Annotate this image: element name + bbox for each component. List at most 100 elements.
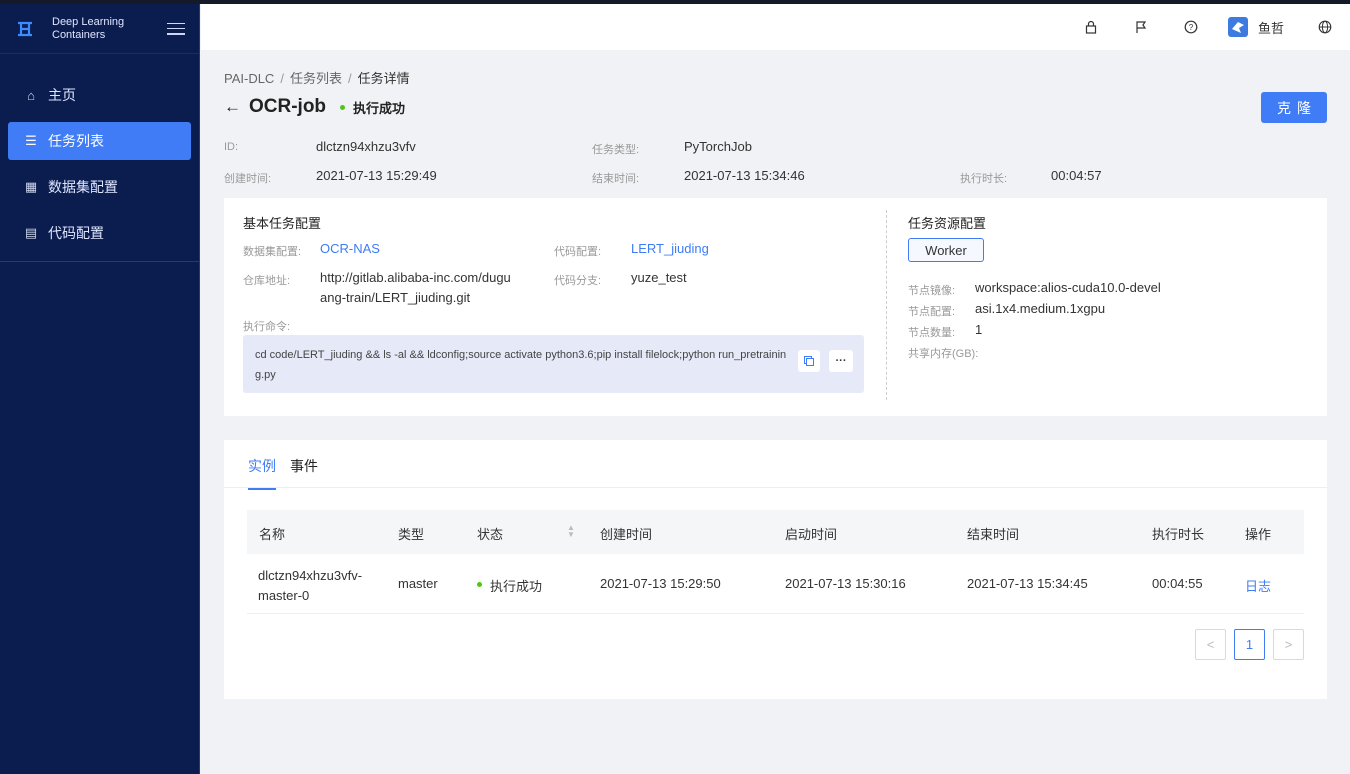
- avatar[interactable]: [1227, 17, 1248, 37]
- copy-icon[interactable]: [798, 350, 820, 372]
- repo-address-line-1: http://gitlab.alibaba-inc.com/dugu: [320, 270, 511, 285]
- duration-label: 执行时长:: [960, 173, 1008, 185]
- node-count-label: 节点数量:: [908, 327, 956, 339]
- tab-instances[interactable]: 实例: [248, 456, 276, 490]
- sort-icon[interactable]: ▲ ▼: [567, 524, 575, 539]
- node-image-label: 节点镜像:: [908, 285, 956, 297]
- instance-status: 执行成功: [490, 579, 543, 594]
- command-text: cd code/LERT_jiuding && ls -al && ldconf…: [255, 349, 787, 381]
- repo-address-line-2: ang-train/LERT_jiuding.git: [320, 290, 471, 305]
- globe-icon[interactable]: [1316, 18, 1334, 36]
- prev-page-button[interactable]: <: [1195, 629, 1226, 660]
- brand: Deep Learning Containers: [0, 4, 199, 54]
- sidebar-item-label: 代码配置: [48, 225, 104, 241]
- task-type-label: 任务类型:: [592, 144, 640, 156]
- home-icon: ⌂: [27, 87, 35, 103]
- node-spec-label: 节点配置:: [908, 306, 956, 318]
- breadcrumb-item-current: 任务详情: [357, 71, 410, 86]
- dataset-config-link[interactable]: OCR-NAS: [320, 241, 380, 256]
- resource-config-title: 任务资源配置: [908, 216, 987, 231]
- column-start-time: 启动时间: [785, 527, 838, 542]
- instance-start-time: 2021-07-13 15:30:16: [785, 576, 906, 591]
- end-time-value: 2021-07-13 15:34:46: [684, 168, 805, 183]
- document-icon: ▤: [24, 225, 38, 240]
- status-dot-icon: [477, 582, 482, 587]
- node-image-value: workspace:alios-cuda10.0-devel: [975, 280, 1161, 295]
- column-status[interactable]: 状态: [477, 524, 503, 543]
- instance-created-time: 2021-07-13 15:29:50: [600, 576, 721, 591]
- table-row: dlctzn94xhzu3vfv-master-0 master 执行成功 20…: [247, 554, 1304, 614]
- created-time-value: 2021-07-13 15:29:49: [316, 168, 437, 183]
- sidebar-item-dataset-config[interactable]: ▦ 数据集配置: [8, 168, 191, 206]
- command-label: 执行命令:: [243, 321, 291, 333]
- basic-config-title: 基本任务配置: [243, 216, 322, 231]
- user-name[interactable]: 鱼哲: [1258, 18, 1284, 37]
- sidebar-nav: ⌂ 主页 ☰ 任务列表 ▦ 数据集配置 ▤ 代码配置: [0, 76, 199, 252]
- brand-name: Deep Learning Containers: [52, 16, 124, 42]
- sidebar-item-label: 任务列表: [48, 133, 104, 149]
- table-icon: ▦: [24, 179, 38, 194]
- column-duration: 执行时长: [1152, 527, 1205, 542]
- page-title: OCR-job: [249, 96, 327, 117]
- command-box: cd code/LERT_jiuding && ls -al && ldconf…: [243, 335, 864, 393]
- instance-duration: 00:04:55: [1152, 576, 1203, 591]
- column-name: 名称: [259, 527, 286, 542]
- column-type: 类型: [398, 527, 425, 542]
- collapse-menu-icon[interactable]: [167, 21, 185, 37]
- table-header: 名称 类型 状态 ▲ ▼ 创建时间 启动时间 结束时间 执行时长 操作: [247, 510, 1304, 554]
- help-icon[interactable]: ?: [1182, 18, 1200, 36]
- end-time-label: 结束时间:: [592, 173, 640, 185]
- column-actions: 操作: [1245, 527, 1272, 542]
- brand-line-2: Containers: [52, 28, 106, 41]
- next-page-button[interactable]: >: [1273, 629, 1304, 660]
- section-divider: [886, 210, 887, 400]
- log-link[interactable]: 日志: [1245, 576, 1271, 595]
- page-title-row: ← OCR-job 执行成功: [224, 96, 405, 118]
- back-arrow-icon[interactable]: ←: [224, 97, 241, 117]
- config-card: 基本任务配置 数据集配置: OCR-NAS 代码配置: LERT_jiuding…: [224, 198, 1327, 416]
- sidebar: Deep Learning Containers ⌂ 主页 ☰ 任务列表 ▦ 数…: [0, 4, 200, 774]
- more-icon[interactable]: ···: [829, 350, 853, 372]
- sidebar-item-label: 数据集配置: [48, 179, 118, 195]
- shared-memory-label: 共享内存(GB):: [908, 348, 979, 360]
- flag-icon[interactable]: [1132, 18, 1150, 36]
- lock-icon[interactable]: [1082, 18, 1100, 36]
- code-branch-label: 代码分支:: [554, 275, 602, 287]
- tab-underline-divider: [224, 487, 1327, 488]
- instance-end-time: 2021-07-13 15:34:45: [967, 576, 1088, 591]
- clone-button[interactable]: 克隆: [1261, 92, 1327, 123]
- duration-value: 00:04:57: [1051, 168, 1102, 183]
- instances-card: 实例 事件 名称 类型 状态 ▲ ▼ 创建时间 启动时间 结束时间 执行时长 操作…: [224, 440, 1327, 699]
- list-icon: ☰: [25, 133, 37, 148]
- breadcrumb-item-task-list[interactable]: 任务列表: [290, 71, 342, 86]
- logo-icon: [14, 18, 36, 40]
- top-header: ? 鱼哲: [201, 4, 1350, 50]
- breadcrumb: PAI-DLC / 任务列表 / 任务详情: [224, 71, 410, 86]
- code-branch-value: yuze_test: [631, 270, 687, 285]
- dataset-config-label: 数据集配置:: [243, 246, 302, 258]
- instance-type: master: [398, 576, 438, 591]
- code-config-label: 代码配置:: [554, 246, 602, 258]
- breadcrumb-item-pai-dlc[interactable]: PAI-DLC: [224, 71, 274, 86]
- instance-name: dlctzn94xhzu3vfv-master-0: [258, 568, 363, 603]
- code-config-link[interactable]: LERT_jiuding: [631, 241, 709, 256]
- page-1-button[interactable]: 1: [1234, 629, 1265, 660]
- worker-tab[interactable]: Worker: [908, 238, 984, 262]
- repo-address-label: 仓库地址:: [243, 275, 291, 287]
- brand-line-1: Deep Learning: [52, 15, 125, 28]
- job-status: 执行成功: [353, 100, 406, 116]
- svg-text:?: ?: [1189, 23, 1194, 32]
- sidebar-item-home[interactable]: ⌂ 主页: [8, 76, 191, 114]
- sidebar-item-task-list[interactable]: ☰ 任务列表: [8, 122, 191, 160]
- column-created-time: 创建时间: [600, 527, 653, 542]
- id-value: dlctzn94xhzu3vfv: [316, 139, 416, 154]
- status-dot-icon: [340, 104, 346, 110]
- instance-tabs: 实例 事件: [248, 456, 332, 490]
- sidebar-item-label: 主页: [48, 87, 76, 103]
- id-label: ID:: [224, 141, 239, 153]
- column-end-time: 结束时间: [967, 527, 1020, 542]
- node-count-value: 1: [975, 322, 983, 337]
- sidebar-item-code-config[interactable]: ▤ 代码配置: [8, 214, 191, 252]
- task-type-value: PyTorchJob: [684, 139, 752, 154]
- tab-events[interactable]: 事件: [290, 456, 318, 490]
